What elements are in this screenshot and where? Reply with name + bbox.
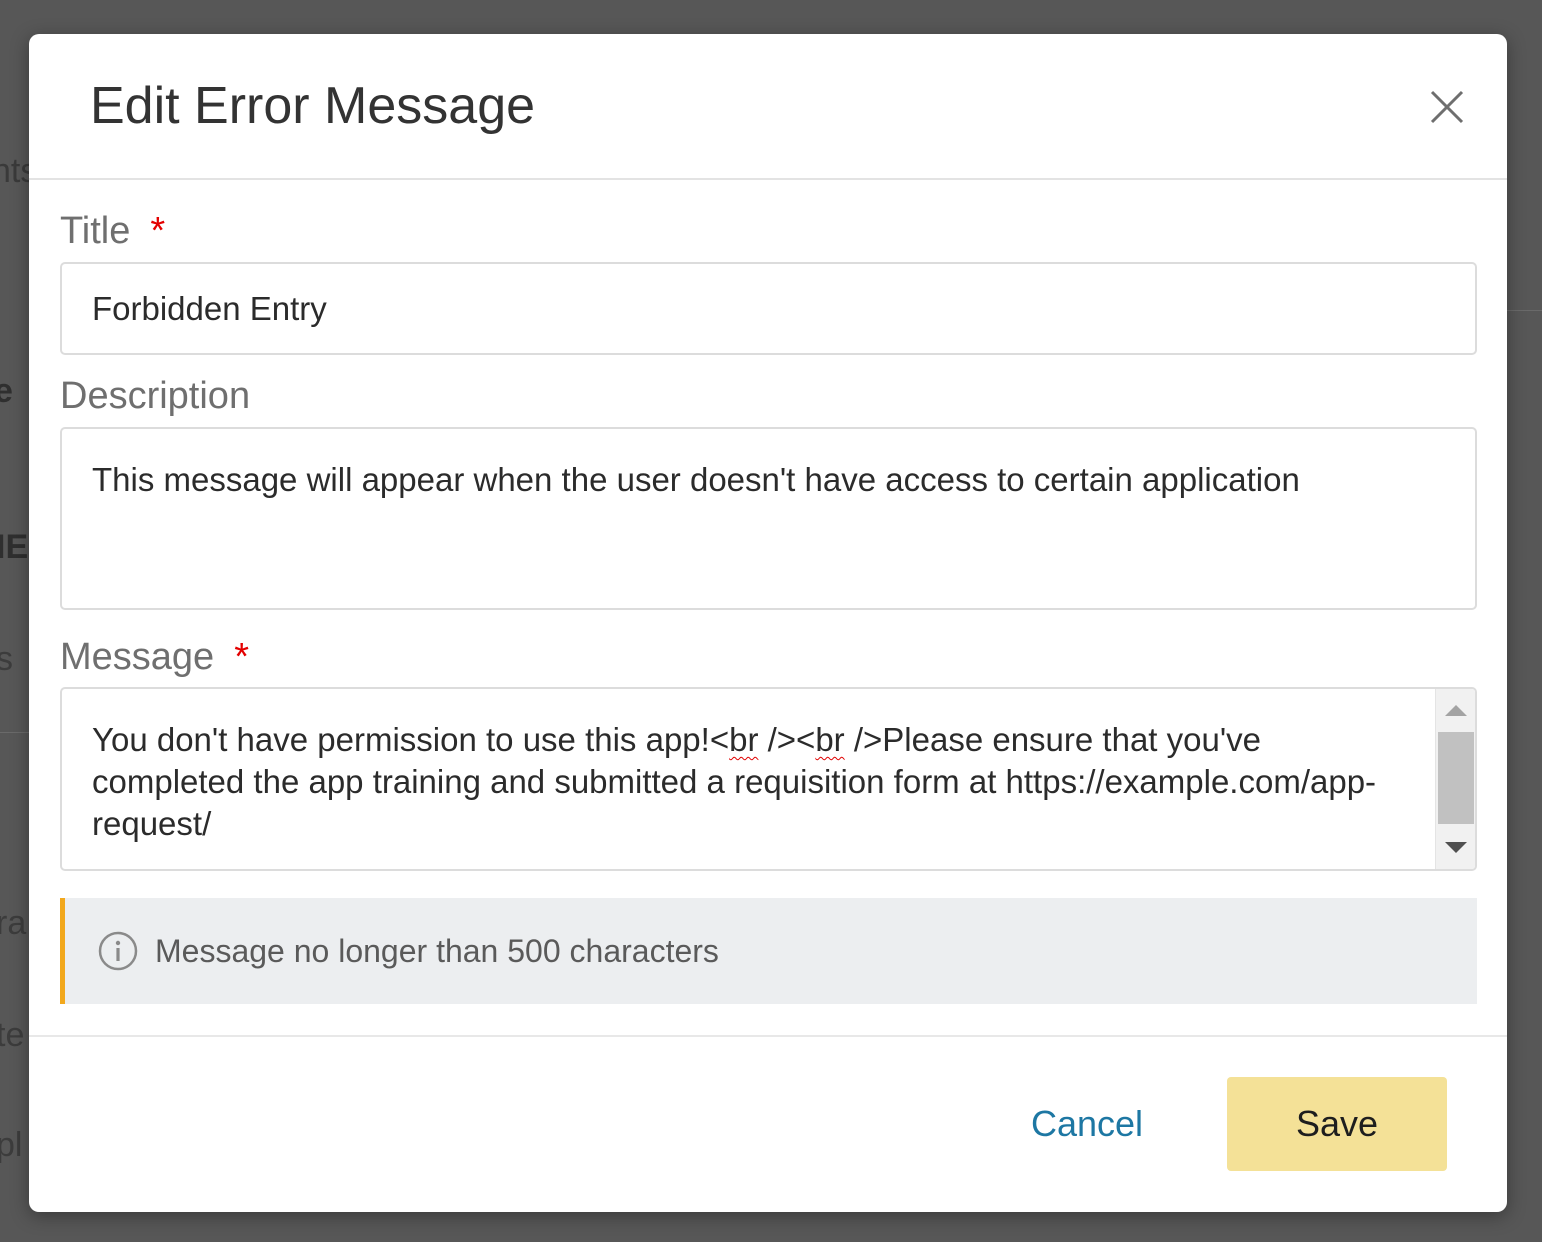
message-label: Message * [60,634,249,680]
title-input[interactable] [60,262,1477,355]
info-icon [98,931,138,971]
backdrop-fragment: s [0,640,13,678]
description-text: This message will appear when the user d… [92,461,1300,498]
backdrop-fragment: e [0,372,13,410]
scroll-up-arrow-icon[interactable] [1445,705,1467,716]
title-label-text: Title [60,210,131,252]
message-text: You don't have permission to use this ap… [92,721,1377,842]
close-button[interactable] [1424,84,1470,130]
footer-divider [29,1035,1507,1037]
backdrop-divider [1507,310,1542,311]
close-icon [1430,90,1464,124]
notice-text: Message no longer than 500 characters [155,933,719,969]
backdrop-fragment: pl [0,1126,23,1164]
required-marker: * [234,636,249,678]
dialog-header: Edit Error Message [29,34,1507,180]
scrollbar-thumb[interactable] [1438,732,1474,824]
edit-error-message-dialog: Edit Error Message Title * Description Th… [29,34,1507,1212]
message-textarea[interactable]: You don't have permission to use this ap… [60,687,1477,871]
description-textarea[interactable]: This message will appear when the user d… [60,427,1477,610]
cancel-button[interactable]: Cancel [1012,1077,1162,1171]
backdrop-divider [0,732,30,733]
backdrop-fragment: ra [0,904,27,942]
backdrop-fragment: IE [0,528,29,566]
message-scrollbar[interactable] [1435,689,1475,869]
save-button[interactable]: Save [1227,1077,1447,1171]
backdrop-fragment: te [0,1016,25,1054]
scroll-down-arrow-icon[interactable] [1445,842,1467,853]
description-label: Description [60,375,251,417]
message-label-text: Message [60,636,215,678]
required-marker: * [150,210,166,252]
dialog-title: Edit Error Message [90,77,536,135]
character-limit-notice: Message no longer than 500 characters [60,898,1477,1004]
title-label: Title * [60,208,165,254]
